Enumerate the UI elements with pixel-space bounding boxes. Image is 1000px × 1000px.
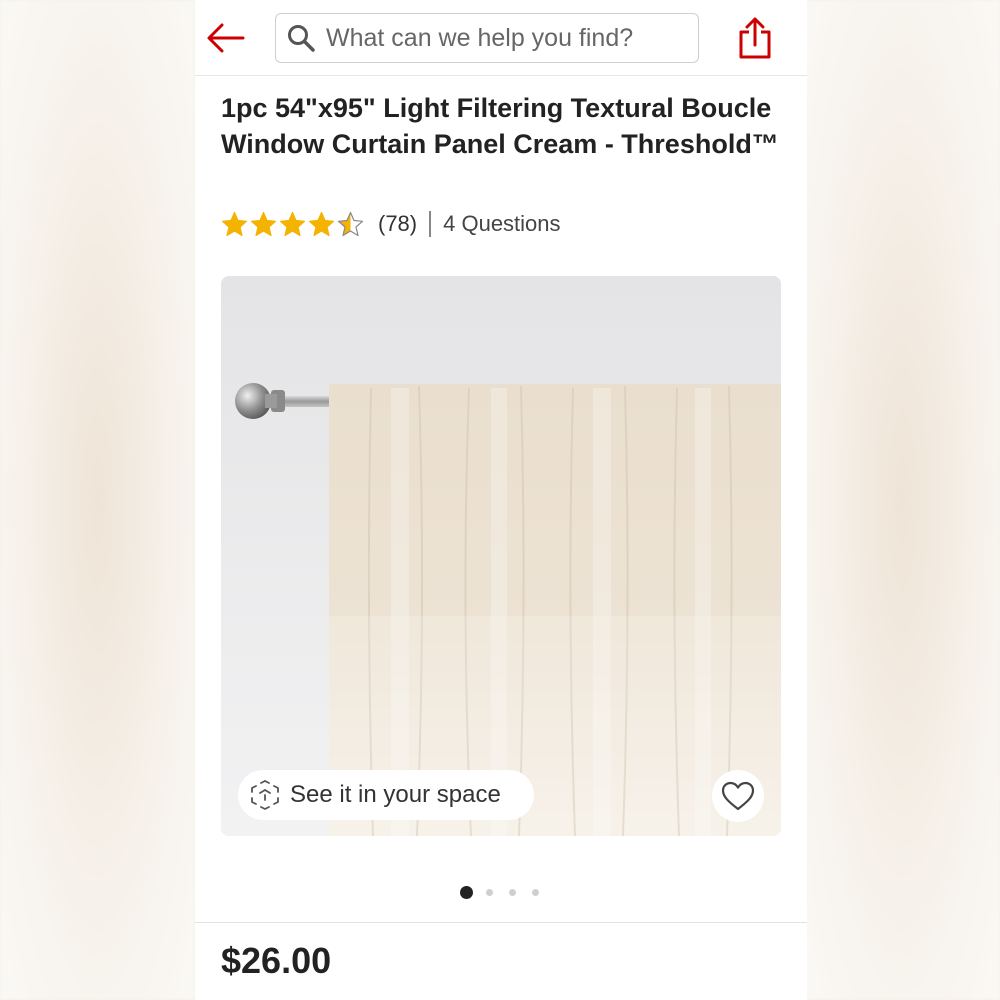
star-icon bbox=[221, 211, 248, 236]
search-bar[interactable] bbox=[275, 13, 699, 63]
product-image bbox=[221, 276, 781, 836]
carousel-dot[interactable] bbox=[460, 886, 473, 899]
share-icon bbox=[739, 17, 771, 59]
carousel-dot[interactable] bbox=[486, 889, 493, 896]
product-image-gallery[interactable]: See it in your space bbox=[221, 276, 781, 836]
see-it-in-your-space-button[interactable]: See it in your space bbox=[238, 770, 534, 820]
product-page: 1pc 54"x95" Light Filtering Textural Bou… bbox=[195, 0, 807, 1000]
see-it-in-your-space-label: See it in your space bbox=[290, 781, 501, 808]
star-icon bbox=[279, 211, 306, 236]
star-icon bbox=[250, 211, 277, 236]
back-button[interactable] bbox=[205, 17, 247, 59]
background-blur-right bbox=[805, 0, 1000, 1000]
carousel-dot[interactable] bbox=[532, 889, 539, 896]
arrow-left-icon bbox=[207, 23, 245, 53]
star-icon bbox=[337, 211, 364, 236]
ar-cube-icon bbox=[251, 780, 279, 810]
product-price: $26.00 bbox=[221, 940, 332, 981]
star-rating[interactable] bbox=[221, 211, 366, 238]
heart-icon bbox=[721, 781, 755, 811]
divider bbox=[429, 211, 432, 237]
section-divider bbox=[195, 922, 807, 923]
product-title: 1pc 54"x95" Light Filtering Textural Bou… bbox=[221, 93, 779, 159]
questions-link[interactable]: 4 Questions bbox=[443, 211, 560, 237]
review-count[interactable]: (78) bbox=[378, 211, 417, 237]
rating-row: (78) 4 Questions bbox=[221, 206, 561, 242]
background-blur-left bbox=[0, 0, 195, 1000]
carousel-dots[interactable] bbox=[460, 886, 555, 899]
carousel-dot[interactable] bbox=[509, 889, 516, 896]
favorite-button[interactable] bbox=[712, 770, 764, 822]
share-button[interactable] bbox=[735, 15, 775, 61]
search-icon bbox=[288, 25, 315, 52]
search-input[interactable] bbox=[324, 22, 688, 54]
star-icon bbox=[308, 211, 335, 236]
top-bar bbox=[195, 0, 807, 76]
